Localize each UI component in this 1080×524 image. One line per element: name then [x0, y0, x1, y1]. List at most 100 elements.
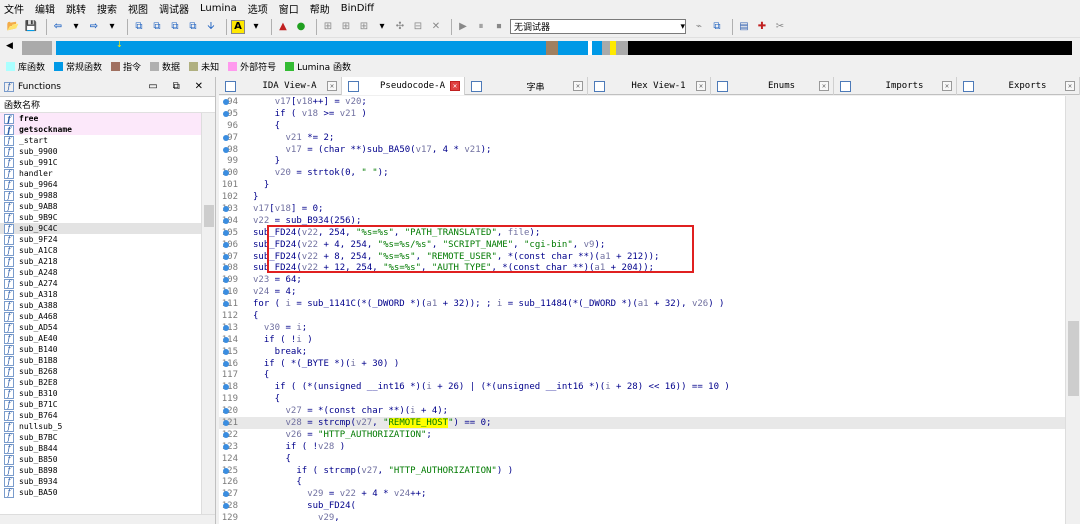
code-scrollbar[interactable]	[1065, 96, 1080, 524]
float-icon[interactable]: ⧉	[173, 81, 180, 92]
code-line[interactable]: 102}	[219, 191, 1065, 203]
debug-tool-icon[interactable]: ⊞	[339, 20, 353, 34]
green-circle-icon[interactable]: ●	[294, 20, 308, 34]
debugger-select[interactable]: 无调试器 ▾	[510, 19, 686, 34]
scrollbar-thumb[interactable]	[1068, 321, 1079, 396]
code-line[interactable]: 103 v17[v18] = 0;	[219, 203, 1065, 215]
code-line[interactable]: 127 v29 = v22 + 4 * v24++;	[219, 488, 1065, 500]
code-line[interactable]: 112 {	[219, 310, 1065, 322]
code-line[interactable]: 94 v17[v18++] = v20;	[219, 96, 1065, 108]
function-list-item[interactable]: f sub_9C4C	[0, 223, 215, 234]
tab-enums[interactable]: Enums ✕	[711, 77, 834, 95]
breakpoint-marker-icon[interactable]	[223, 217, 229, 224]
function-list-item[interactable]: f sub_A1C8	[0, 245, 215, 256]
close-tab-icon[interactable]: ✕	[696, 81, 706, 91]
functions-horizontal-scrollbar[interactable]	[0, 514, 215, 524]
function-list-item[interactable]: f sub_B140	[0, 344, 215, 355]
tab-imports[interactable]: Imports ✕	[834, 77, 957, 95]
function-list-item[interactable]: f sub_B898	[0, 465, 215, 476]
functions-scrollbar[interactable]	[201, 113, 215, 515]
forward-icon[interactable]: ⇨	[87, 20, 101, 34]
immediate-search-icon[interactable]: ⧉	[168, 20, 182, 34]
close-tab-icon[interactable]: ✕	[1065, 81, 1075, 91]
code-line[interactable]: 129 v29,	[219, 512, 1065, 524]
stop-icon[interactable]: ⏹	[492, 20, 506, 34]
function-list-item[interactable]: f handler	[0, 168, 215, 179]
function-list-item[interactable]: f sub_9988	[0, 190, 215, 201]
menu-item[interactable]: BinDiff	[341, 3, 374, 14]
navigation-band[interactable]: ◀ ↓	[0, 39, 1080, 57]
menu-item[interactable]: 搜索	[97, 1, 117, 16]
tab-hex-view-1[interactable]: Hex View-1 ✕	[588, 77, 711, 95]
debug-tool-icon[interactable]: ⊞	[321, 20, 335, 34]
code-line[interactable]: 101 }	[219, 179, 1065, 191]
dropdown-icon[interactable]: ▾	[375, 20, 389, 34]
function-list-item[interactable]: f getsockname	[0, 124, 215, 135]
code-line[interactable]: 110 v24 = 4;	[219, 286, 1065, 298]
nav-strip[interactable]: ↓	[22, 40, 1072, 55]
code-line[interactable]: 125 if ( strcmp(v27, "HTTP_AUTHORIZATION…	[219, 465, 1065, 477]
breakpoint-marker-icon[interactable]	[223, 467, 229, 474]
code-line[interactable]: 117 {	[219, 369, 1065, 381]
breakpoint-marker-icon[interactable]	[223, 241, 229, 248]
code-line[interactable]: 123 if ( !v28 )	[219, 441, 1065, 453]
breakpoint-marker-icon[interactable]	[223, 146, 229, 153]
process-icon[interactable]: ⧉	[710, 20, 724, 34]
open-icon[interactable]: 📂	[6, 20, 20, 34]
function-list-item[interactable]: f sub_A468	[0, 311, 215, 322]
text-color-icon[interactable]: A	[231, 19, 245, 34]
function-list-item[interactable]: f sub_AE40	[0, 333, 215, 344]
code-line[interactable]: 121 v28 = strcmp(v27, "REMOTE_HOST") == …	[219, 417, 1065, 429]
dock-icon[interactable]: ▭	[148, 81, 157, 92]
tab-pseudocode-a[interactable]: Pseudocode-A ✕	[342, 77, 465, 95]
function-list-item[interactable]: f sub_A274	[0, 278, 215, 289]
nav-scroll-left-icon[interactable]: ◀	[6, 41, 13, 51]
code-line[interactable]: 96 {	[219, 120, 1065, 132]
function-list-item[interactable]: f sub_A248	[0, 267, 215, 278]
play-icon[interactable]: ▶	[456, 20, 470, 34]
code-line[interactable]: 119 {	[219, 393, 1065, 405]
code-line[interactable]: 120 v27 = *(const char **)(i + 4);	[219, 405, 1065, 417]
function-list-item[interactable]: f sub_B7BC	[0, 432, 215, 443]
breakpoint-marker-icon[interactable]	[223, 253, 229, 260]
graph-icon[interactable]: ▲	[276, 20, 290, 34]
menu-item[interactable]: 帮助	[310, 1, 330, 16]
tab--[interactable]: 字串 ✕	[465, 77, 588, 95]
function-list-item[interactable]: f sub_B850	[0, 454, 215, 465]
code-line[interactable]: 122 v26 = "HTTP_AUTHORIZATION";	[219, 429, 1065, 441]
down-arrow-icon[interactable]: 🡫	[204, 20, 218, 34]
code-line[interactable]: 114 if ( !i )	[219, 334, 1065, 346]
function-list-item[interactable]: f sub_9B9C	[0, 212, 215, 223]
code-line[interactable]: 97 v21 *= 2;	[219, 132, 1065, 144]
function-list-item[interactable]: f sub_AD54	[0, 322, 215, 333]
dropdown-icon[interactable]: ▾	[105, 20, 119, 34]
breakpoint-marker-icon[interactable]	[223, 360, 229, 367]
close-debug-icon[interactable]: ✕	[429, 20, 443, 34]
menu-item[interactable]: 文件	[4, 1, 24, 16]
code-line[interactable]: 116 if ( *(_BYTE *)(i + 30) )	[219, 358, 1065, 370]
delete-breakpoint-icon[interactable]: ✂	[773, 20, 787, 34]
code-line[interactable]: 100 v20 = strtok(0, " ");	[219, 167, 1065, 179]
function-list-item[interactable]: f _start	[0, 135, 215, 146]
back-icon[interactable]: ⇦	[51, 20, 65, 34]
menu-item[interactable]: 调试器	[159, 1, 189, 16]
breakpoint-marker-icon[interactable]	[223, 229, 229, 236]
code-line[interactable]: 124 {	[219, 453, 1065, 465]
dropdown-icon[interactable]: ▾	[69, 20, 83, 34]
breakpoint-marker-icon[interactable]	[223, 134, 229, 141]
scrollbar-thumb[interactable]	[204, 205, 214, 227]
breakpoint-marker-icon[interactable]	[223, 324, 229, 331]
breakpoint-marker-icon[interactable]	[223, 431, 229, 438]
code-line[interactable]: 113 v30 = i;	[219, 322, 1065, 334]
debug-tool-icon[interactable]: ✣	[393, 20, 407, 34]
code-line[interactable]: 109 v23 = 64;	[219, 274, 1065, 286]
dropdown-icon[interactable]: ▾	[249, 20, 263, 34]
pause-icon[interactable]: ⏸	[474, 20, 488, 34]
debug-tool-icon[interactable]: ⊞	[357, 20, 371, 34]
function-list-item[interactable]: f free	[0, 113, 215, 124]
tab-exports[interactable]: Exports ✕	[957, 77, 1080, 95]
text-search-icon[interactable]: ⧉	[150, 20, 164, 34]
code-line[interactable]: 98 v17 = (char **)sub_BA50(v17, 4 * v21)…	[219, 144, 1065, 156]
function-list-item[interactable]: f sub_B844	[0, 443, 215, 454]
search-next-icon[interactable]: ⧉	[186, 20, 200, 34]
